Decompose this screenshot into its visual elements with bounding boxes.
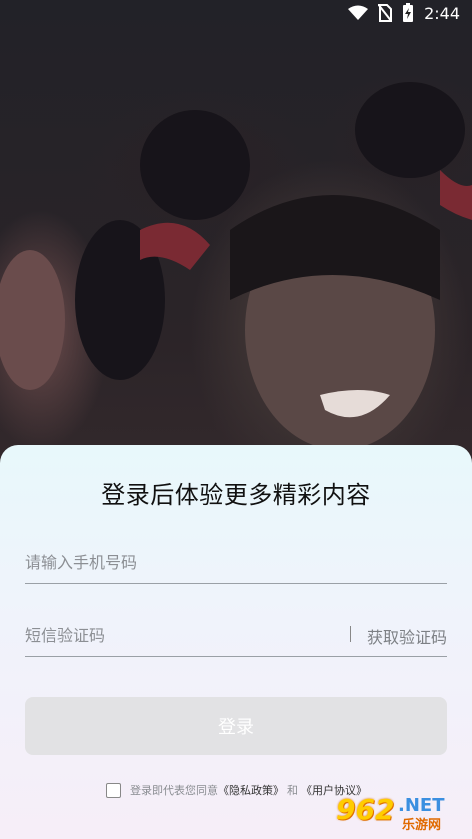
site-watermark: 962 .NET 乐游网: [336, 793, 464, 833]
login-title: 登录后体验更多精彩内容: [101, 481, 371, 509]
sms-code-input[interactable]: [25, 616, 325, 654]
battery-charging-icon: [402, 3, 414, 23]
agreement-prefix: 登录即代表您同意: [130, 784, 218, 797]
get-code-button[interactable]: 获取验证码: [367, 624, 447, 648]
status-time: 2:44: [424, 3, 460, 23]
watermark-domain: .NET: [398, 795, 445, 816]
wifi-icon: [348, 5, 369, 21]
login-sheet: 登录后体验更多精彩内容 获取验证码 登录 登录即代表您同意 《隐私政策》 和 《…: [0, 445, 472, 839]
field-divider: [350, 626, 351, 642]
phone-field: [25, 543, 447, 584]
privacy-policy-link[interactable]: 《隐私政策》: [218, 782, 284, 798]
phone-input[interactable]: [25, 543, 325, 581]
no-sim-icon: [378, 4, 393, 22]
agreement-checkbox[interactable]: [106, 782, 121, 798]
sms-code-field: 获取验证码: [25, 616, 447, 657]
watermark-name: 乐游网: [402, 818, 442, 833]
agreement-row: 登录即代表您同意 《隐私政策》 和 《用户协议》: [106, 782, 367, 798]
watermark-number: 962: [336, 793, 395, 826]
login-button[interactable]: 登录: [25, 697, 447, 755]
agreement-and: 和: [287, 784, 298, 797]
status-bar: 2:44: [0, 0, 472, 26]
